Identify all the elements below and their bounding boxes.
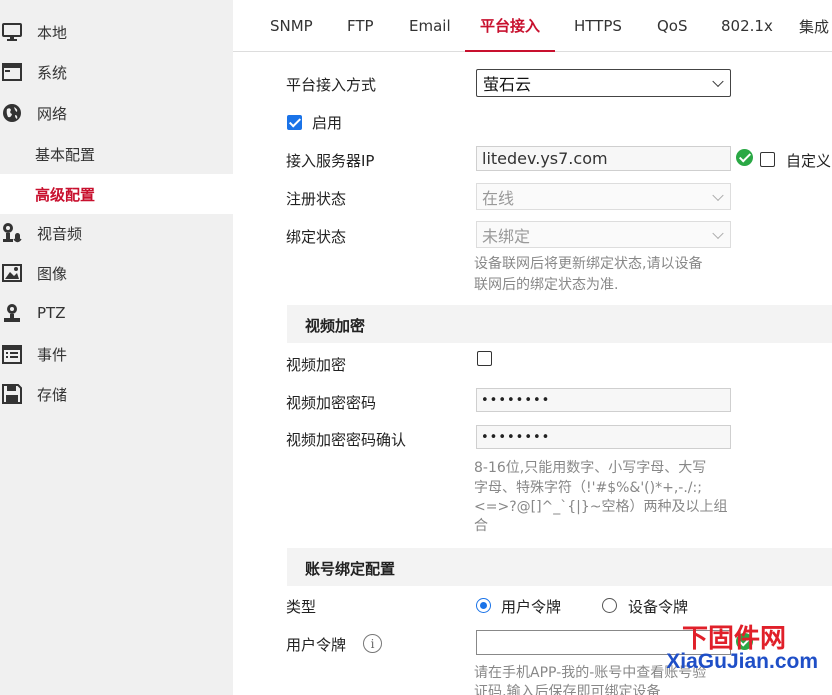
bind-hint-line-2: 联网后的绑定状态为准.: [474, 277, 619, 293]
sidebar: 本地 系统 网络 基本配置 高级配置 视音频 图像 PTZ 事件 存储: [0, 0, 233, 695]
chevron-down-icon: [712, 75, 724, 88]
account-bind-section-header: 账号绑定配置: [287, 548, 832, 586]
chevron-down-icon: [712, 227, 724, 239]
tab-https[interactable]: HTTPS: [574, 0, 622, 52]
section-title: 视频加密: [305, 317, 366, 335]
tab-integration[interactable]: 集成: [799, 0, 829, 52]
sidebar-item-label: 系统: [37, 63, 68, 82]
monitor-icon: [0, 20, 24, 44]
window-icon: [0, 60, 24, 84]
sidebar-item-label: 本地: [37, 23, 68, 42]
encrypt-password-label: 视频加密密码: [286, 394, 377, 412]
watermark-url: XiaGuJian.com: [666, 650, 818, 673]
bind-status-label: 绑定状态: [286, 228, 347, 246]
token-hint-line-2: 证码,输入后保存即可绑定设备: [474, 684, 661, 695]
tab-ftp[interactable]: FTP: [347, 0, 374, 52]
access-mode-select[interactable]: 萤石云: [476, 69, 731, 97]
video-encrypt-checkbox[interactable]: [477, 351, 492, 366]
password-hint-line-3: <=>?@[]^_`{|}~空格）两种及以上组: [474, 499, 728, 515]
check-circle-icon: [736, 149, 753, 166]
user-token-label: 用户令牌: [286, 636, 347, 654]
video-encrypt-section-header: 视频加密: [287, 305, 832, 343]
encrypt-confirm-value: ••••••••: [481, 429, 551, 445]
password-hint-line-4: 合: [474, 518, 488, 534]
sidebar-item-basic-config[interactable]: 基本配置: [0, 134, 233, 174]
reg-status-label: 注册状态: [286, 190, 347, 208]
tab-8021x[interactable]: 802.1x: [721, 0, 773, 52]
sidebar-item-label: 基本配置: [35, 145, 96, 164]
access-mode-label: 平台接入方式: [286, 76, 377, 94]
globe-icon: [0, 101, 24, 125]
custom-label: 自定义: [786, 152, 832, 170]
bind-status-select: 未绑定: [476, 221, 731, 248]
bind-status-value: 未绑定: [482, 226, 531, 246]
bind-hint-line-1: 设备联网后将更新绑定状态,请以设备: [474, 256, 703, 272]
server-ip-label: 接入服务器IP: [286, 152, 375, 170]
info-icon[interactable]: i: [363, 634, 382, 653]
sidebar-item-label: 存储: [37, 385, 68, 404]
event-list-icon: [0, 342, 24, 366]
device-token-radio[interactable]: [602, 598, 617, 613]
password-hint-line-1: 8-16位,只能用数字、小写字母、大写: [474, 460, 707, 476]
sidebar-item-local[interactable]: 本地: [0, 12, 233, 52]
reg-status-value: 在线: [482, 188, 515, 208]
video-encrypt-label: 视频加密: [286, 356, 347, 374]
sidebar-item-image[interactable]: 图像: [0, 253, 233, 293]
reg-status-select: 在线: [476, 183, 731, 210]
sidebar-item-label: 图像: [37, 264, 68, 283]
enable-checkbox[interactable]: [287, 115, 302, 130]
sidebar-item-ptz[interactable]: PTZ: [0, 293, 233, 333]
sidebar-item-system[interactable]: 系统: [0, 52, 233, 92]
sidebar-item-label: 视音频: [37, 224, 83, 243]
floppy-icon: [0, 382, 24, 406]
sidebar-item-label: 高级配置: [35, 185, 96, 204]
password-hint-line-2: 字母、特殊字符（!'#$%&'()*+,-./:;: [474, 480, 702, 496]
encrypt-confirm-label: 视频加密密码确认: [286, 431, 407, 449]
tab-email[interactable]: Email: [409, 0, 451, 52]
section-title: 账号绑定配置: [305, 560, 396, 578]
sidebar-item-storage[interactable]: 存储: [0, 374, 233, 414]
token-type-label: 类型: [286, 598, 317, 616]
sidebar-item-label: 事件: [37, 345, 68, 364]
sidebar-item-network[interactable]: 网络: [0, 93, 233, 133]
enable-label: 启用: [312, 114, 343, 132]
user-token-radio[interactable]: [476, 598, 491, 613]
tab-platform-access[interactable]: 平台接入: [465, 0, 555, 52]
sidebar-item-video-audio[interactable]: 视音频: [0, 213, 233, 253]
server-ip-value: litedev.ys7.com: [482, 149, 608, 168]
chevron-down-icon: [712, 189, 724, 201]
device-token-option-label: 设备令牌: [628, 598, 689, 616]
access-mode-value: 萤石云: [483, 75, 532, 94]
user-token-option-label: 用户令牌: [501, 598, 562, 616]
ptz-icon: [0, 301, 24, 325]
custom-checkbox[interactable]: [760, 152, 775, 167]
encrypt-password-input[interactable]: ••••••••: [476, 388, 731, 412]
tab-bar: SNMP FTP Email 平台接入 HTTPS QoS 802.1x 集成: [233, 0, 832, 52]
tab-snmp[interactable]: SNMP: [270, 0, 313, 52]
encrypt-confirm-input[interactable]: ••••••••: [476, 425, 731, 449]
sidebar-item-label: 网络: [37, 104, 68, 123]
sidebar-item-label: PTZ: [37, 304, 66, 322]
sidebar-item-advanced-config[interactable]: 高级配置: [0, 174, 233, 214]
encrypt-password-value: ••••••••: [481, 392, 551, 408]
sidebar-item-event[interactable]: 事件: [0, 334, 233, 374]
server-ip-input[interactable]: litedev.ys7.com: [476, 146, 731, 171]
image-icon: [0, 261, 24, 285]
tab-qos[interactable]: QoS: [657, 0, 688, 52]
camera-mic-icon: [0, 221, 24, 245]
